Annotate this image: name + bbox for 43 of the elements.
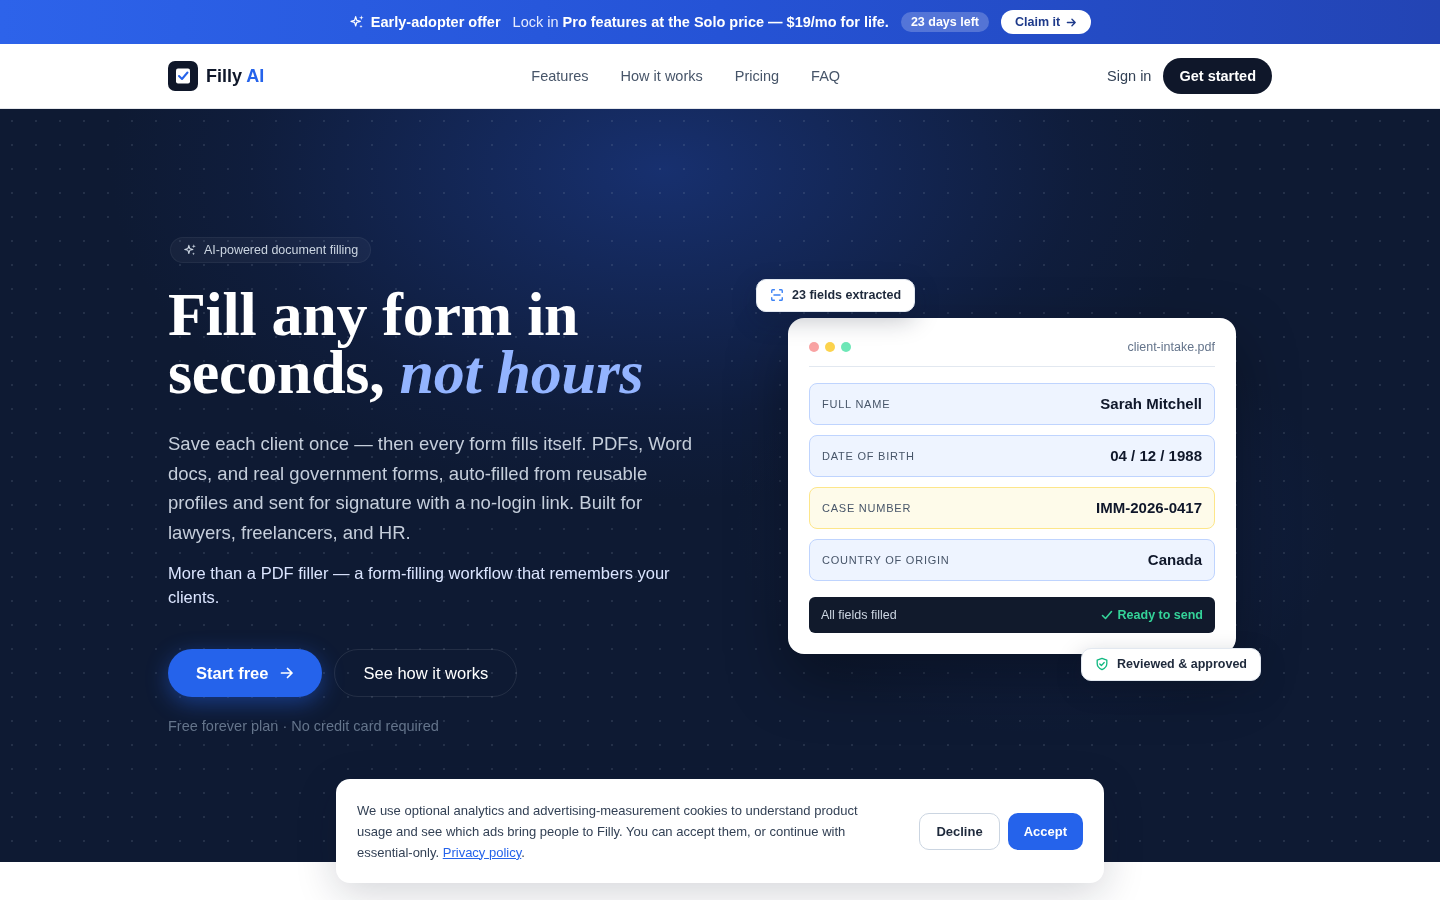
field-label: FULL NAME bbox=[822, 397, 891, 410]
sign-in-link[interactable]: Sign in bbox=[1107, 68, 1152, 84]
brand-suffix: AI bbox=[246, 65, 265, 86]
window-dots-icon bbox=[809, 341, 851, 352]
field-label: COUNTRY OF ORIGIN bbox=[822, 553, 950, 566]
field-value: Canada bbox=[1147, 551, 1202, 568]
check-icon bbox=[1100, 608, 1113, 621]
hero-tagline: More than a PDF filler — a form-filling workflow that remembers your clients. bbox=[168, 563, 671, 608]
sparkle-icon bbox=[183, 243, 197, 257]
brand-name: Filly bbox=[206, 65, 242, 86]
field-value: 04 / 12 / 1988 bbox=[1110, 447, 1202, 464]
field-label: DATE OF BIRTH bbox=[822, 449, 915, 462]
accept-button[interactable]: Accept bbox=[1007, 812, 1083, 850]
checkbox-logo-icon[interactable] bbox=[168, 61, 198, 91]
get-started-button[interactable]: Get started bbox=[1163, 58, 1272, 94]
badge-text: AI-powered document filling bbox=[204, 243, 359, 257]
claim-button[interactable]: Claim it bbox=[1001, 10, 1092, 34]
cookie-message: We use optional analytics and advertising-measurement cookies to understand product usage and see which ads bring people to Filly. You can accept them, or continue with essential-only. Privacy policy. bbox=[357, 801, 859, 862]
approval-text: Reviewed & approved bbox=[1117, 657, 1247, 671]
start-free-button[interactable]: Start free bbox=[168, 649, 323, 697]
nav-link[interactable]: How it works bbox=[620, 68, 703, 84]
file-name: client-intake.pdf bbox=[1127, 339, 1215, 354]
offer-message: Lock in Pro features at the Solo price — $19/mo for life. bbox=[512, 14, 889, 30]
status-text: Ready to send bbox=[1117, 607, 1203, 622]
extracted-text: 23 fields extracted bbox=[792, 288, 902, 302]
decline-button[interactable]: Decline bbox=[919, 812, 1000, 850]
nav-link[interactable]: Pricing bbox=[734, 68, 780, 84]
sparkle-icon bbox=[348, 14, 365, 30]
offer-title: Early-adopter offer bbox=[370, 14, 501, 30]
hero-note: Free forever plan · No credit card required bbox=[168, 718, 439, 734]
arrow-right-icon bbox=[1066, 16, 1078, 28]
nav-link[interactable]: FAQ bbox=[811, 68, 841, 84]
hero-headline: Fill any form in seconds, not hours bbox=[168, 285, 645, 401]
arrow-right-icon bbox=[280, 666, 295, 680]
hero-description: Save each client once — then every form fills itself. PDFs, Word docs, and real government forms, auto-filled from reusable profiles and sent for signature with a no-login link. Built for lawyers, freelancers, and HR. bbox=[168, 432, 694, 545]
countdown-badge: 23 days left bbox=[900, 12, 989, 32]
field-value: Sarah Mitchell bbox=[1100, 395, 1202, 412]
nav-link[interactable]: Features bbox=[531, 68, 589, 84]
shield-check-icon bbox=[1095, 657, 1110, 671]
status-label: All fields filled bbox=[821, 607, 897, 622]
scan-icon bbox=[770, 288, 784, 302]
field-value: IMM-2026-0417 bbox=[1096, 499, 1202, 516]
field-label: CASE NUMBER bbox=[822, 501, 912, 514]
